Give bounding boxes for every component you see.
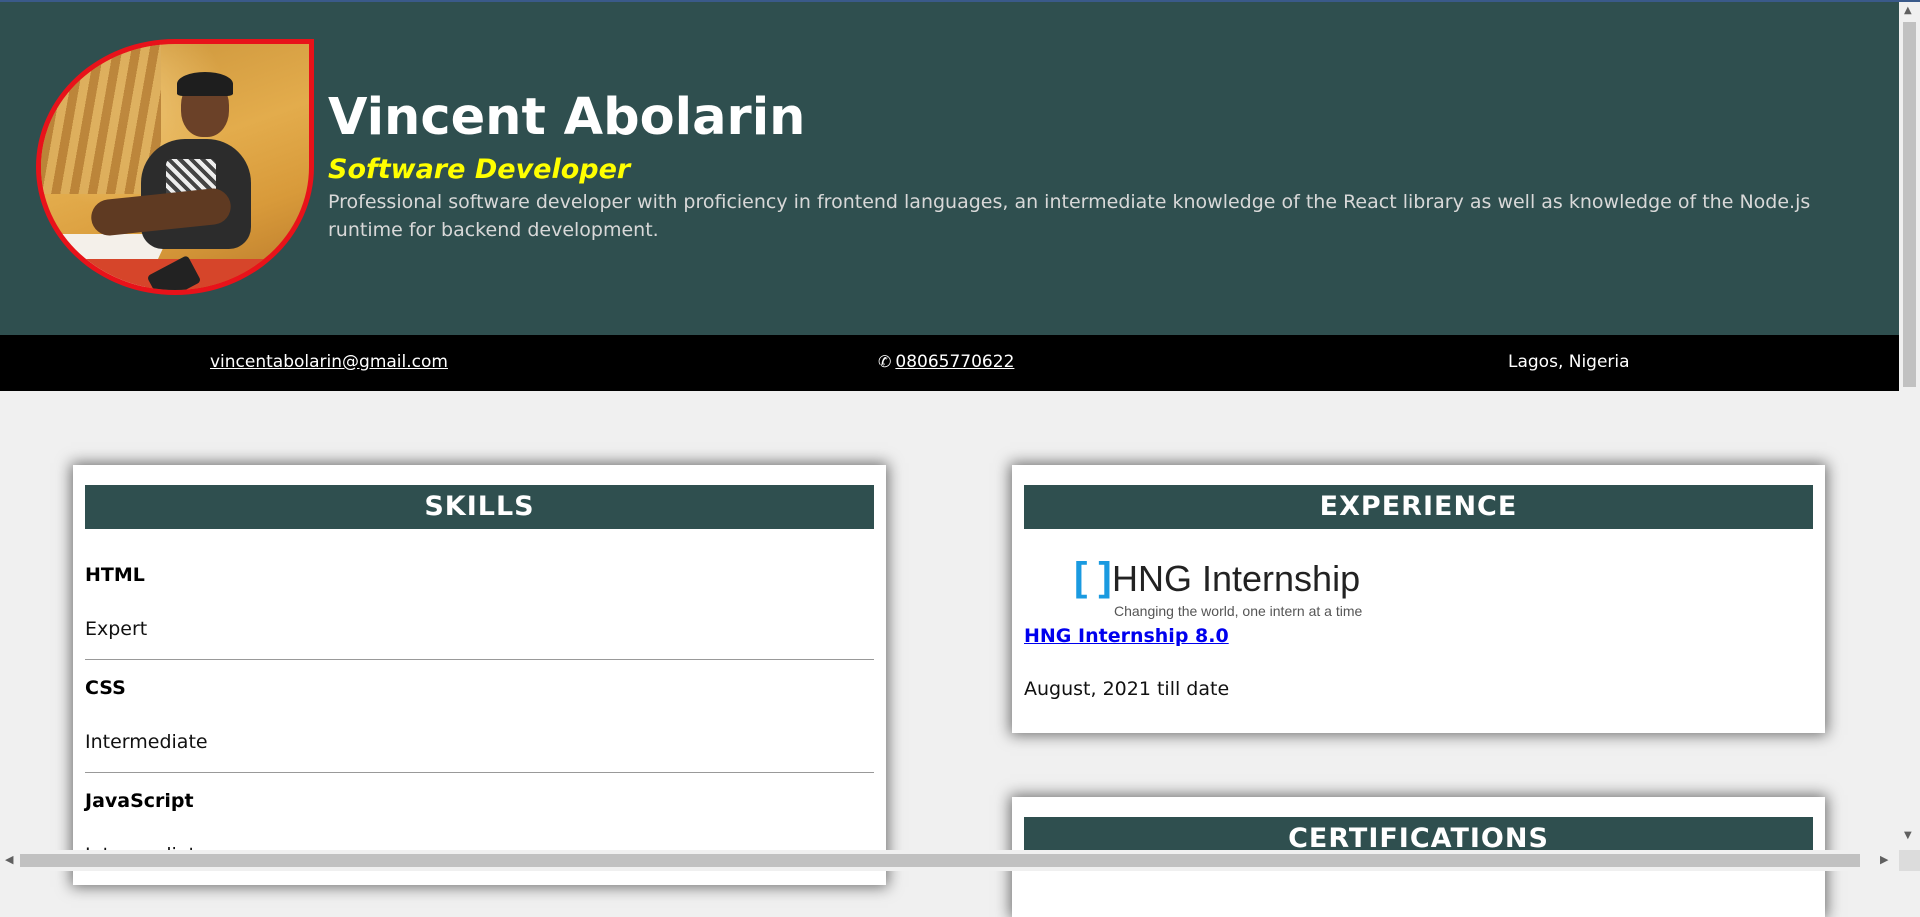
skill-name: CSS	[85, 677, 126, 699]
hng-logo-text: HNG Internship	[1112, 558, 1361, 599]
scroll-left-arrow-icon[interactable]: ◀	[5, 853, 13, 866]
hng-logo-tagline: Changing the world, one intern at a time	[1114, 603, 1363, 619]
contact-bar: vincentabolarin@gmail.com ✆ 08065770622 L…	[0, 335, 1899, 391]
email-link[interactable]: vincentabolarin@gmail.com	[210, 352, 448, 372]
skill-divider	[85, 659, 874, 660]
experience-date: August, 2021 till date	[1024, 678, 1230, 700]
experience-card: EXPERIENCE [ ] HNG Internship Changing t…	[1012, 465, 1825, 733]
profile-photo	[36, 39, 314, 295]
skills-title: SKILLS	[85, 485, 874, 529]
contact-email-wrapper: vincentabolarin@gmail.com	[210, 352, 448, 372]
scroll-up-arrow-icon[interactable]: ▲	[1904, 5, 1912, 16]
skill-name: HTML	[85, 564, 145, 586]
skill-level: Intermediate	[85, 731, 208, 753]
experience-link[interactable]: HNG Internship 8.0	[1024, 625, 1229, 647]
horizontal-scroll-thumb[interactable]	[20, 854, 1860, 867]
profile-name: Vincent Abolarin	[328, 88, 806, 147]
skill-name: JavaScript	[85, 790, 194, 812]
hng-logo: [ ] HNG Internship Changing the world, o…	[1074, 555, 1404, 619]
skill-divider	[85, 772, 874, 773]
vertical-scrollbar[interactable]: ▲ ▼	[1899, 2, 1920, 871]
scroll-down-arrow-icon[interactable]: ▼	[1904, 830, 1912, 841]
skill-level: Expert	[85, 618, 148, 640]
phone-icon: ✆	[878, 352, 892, 371]
skills-card: SKILLS HTML Expert CSS Intermediate Java…	[73, 465, 886, 885]
hng-logo-bracket: [ ]	[1074, 555, 1112, 599]
profile-header: Vincent Abolarin Software Developer Prof…	[0, 2, 1899, 335]
horizontal-scrollbar[interactable]: ◀ ▶	[0, 850, 1899, 871]
phone-link[interactable]: 08065770622	[895, 352, 1014, 372]
contact-phone-wrapper: ✆ 08065770622	[878, 352, 1014, 372]
scroll-right-arrow-icon[interactable]: ▶	[1880, 853, 1888, 866]
vertical-scroll-thumb[interactable]	[1903, 22, 1916, 387]
scrollbar-corner	[1899, 850, 1920, 871]
contact-location: Lagos, Nigeria	[1508, 352, 1630, 372]
profile-role: Software Developer	[328, 154, 631, 185]
experience-title: EXPERIENCE	[1024, 485, 1813, 529]
profile-bio: Professional software developer with pro…	[328, 191, 1811, 241]
